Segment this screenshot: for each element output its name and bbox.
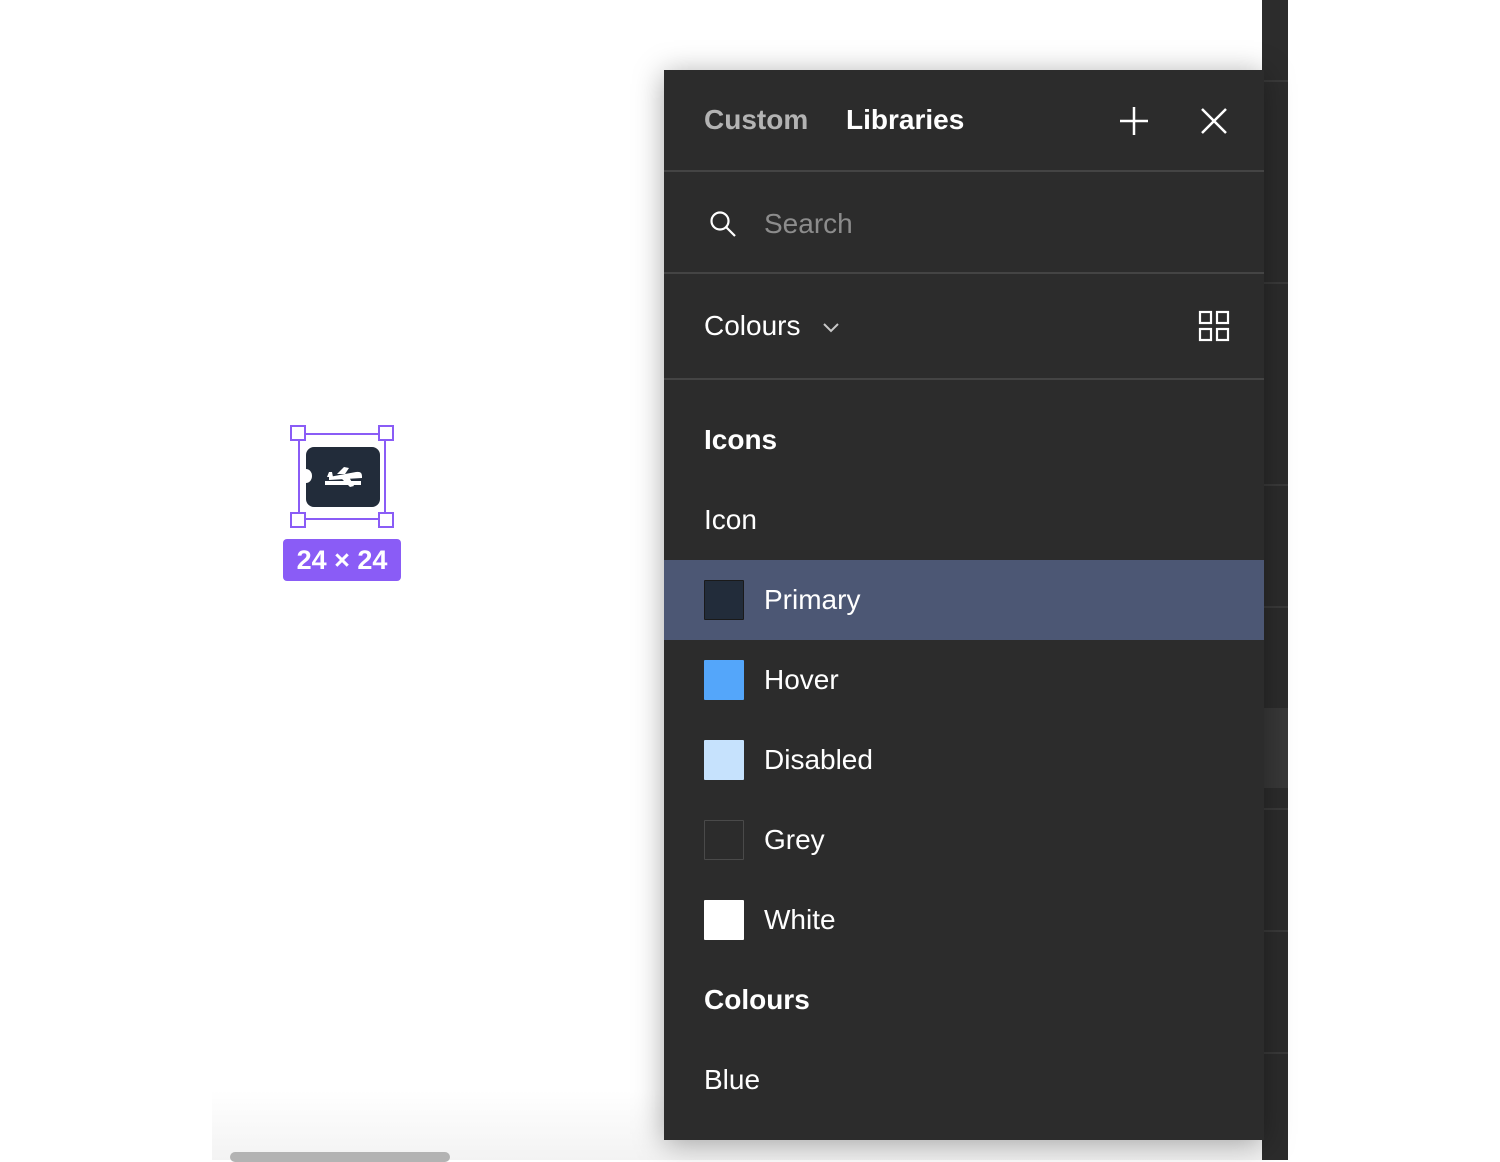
outer-background (1288, 0, 1500, 1160)
style-item-disabled[interactable]: Disabled (664, 720, 1264, 800)
resize-handle-top-left[interactable] (290, 425, 306, 441)
style-label: Hover (764, 664, 839, 695)
style-item-white[interactable]: White (664, 880, 1264, 960)
close-button[interactable] (1194, 101, 1234, 141)
color-swatch-grey (704, 820, 744, 860)
resize-handle-top-right[interactable] (378, 425, 394, 441)
plus-icon (1120, 107, 1148, 135)
search-bar (664, 172, 1264, 274)
view-toggle-button[interactable] (1198, 310, 1230, 342)
style-item-primary[interactable]: Primary (664, 560, 1264, 640)
chevron-down-icon (823, 322, 839, 333)
section-title-colours: Colours (704, 984, 810, 1015)
group-title-icon: Icon (704, 504, 757, 535)
library-filter-row: Colours (664, 274, 1264, 380)
section-title-icons: Icons (704, 424, 778, 455)
style-picker-panel: Custom Libraries Colours (664, 70, 1264, 1140)
search-input[interactable] (762, 203, 1206, 245)
group-title-blue[interactable]: Blue (704, 1062, 760, 1098)
style-item-hover[interactable]: Hover (664, 640, 1264, 720)
style-label: Disabled (764, 744, 873, 775)
selection-box[interactable] (298, 433, 386, 520)
add-style-button[interactable] (1114, 101, 1154, 141)
library-filter-dropdown[interactable]: Colours (704, 308, 840, 344)
style-label: Primary (764, 584, 861, 615)
search-icon (710, 211, 736, 237)
resize-handle-bottom-right[interactable] (378, 512, 394, 528)
resize-handle-bottom-left[interactable] (290, 512, 306, 528)
selection-size-badge: 24 × 24 (283, 539, 401, 581)
tab-libraries[interactable]: Libraries (846, 102, 964, 138)
color-swatch-hover (704, 660, 744, 700)
color-swatch-primary (704, 580, 744, 620)
panel-header: Custom Libraries (664, 70, 1264, 172)
color-swatch-white (704, 900, 744, 940)
close-icon (1201, 108, 1227, 134)
properties-panel-edge (1262, 0, 1288, 1160)
horizontal-scrollbar[interactable] (230, 1152, 450, 1162)
style-item-grey[interactable]: Grey (664, 800, 1264, 880)
tab-custom[interactable]: Custom (704, 102, 808, 138)
style-label: White (764, 904, 836, 935)
grid-view-icon (1198, 310, 1230, 342)
library-filter-label: Colours (704, 310, 801, 341)
style-label: Grey (764, 824, 825, 855)
color-swatch-disabled (704, 740, 744, 780)
